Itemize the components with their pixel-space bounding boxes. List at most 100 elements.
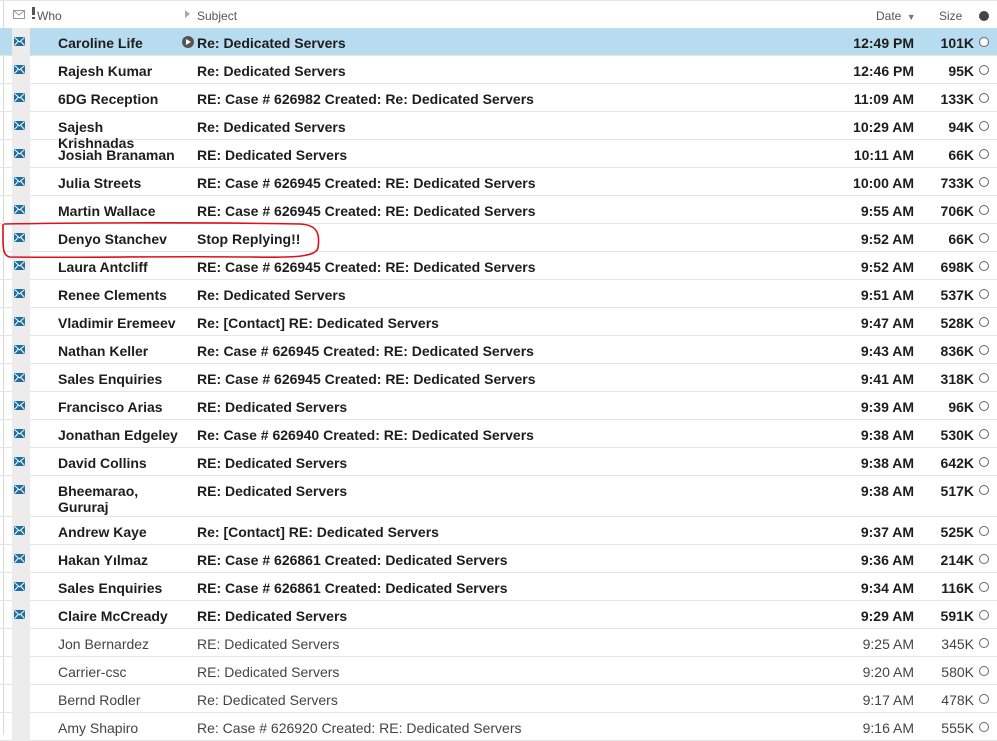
message-row[interactable]: Jon Bernardez RE: Dedicated Servers 9:25 A…: [0, 629, 997, 657]
message-row[interactable]: 6DG Reception RE: Case # 626982 Created: …: [0, 84, 997, 112]
message-row[interactable]: Julia Streets RE: Case # 626945 Created: …: [0, 168, 997, 196]
message-subject: RE: Dedicated Servers: [197, 455, 348, 471]
unread-envelope-icon: [14, 610, 25, 619]
message-row[interactable]: David Collins RE: Dedicated Servers 9:38 A…: [0, 448, 997, 476]
message-row[interactable]: Rajesh Kumar Re: Dedicated Servers 12:46 P…: [0, 56, 997, 84]
message-sender: Francisco Arias: [58, 399, 163, 415]
sort-descending-icon: ▼: [906, 12, 916, 22]
unread-envelope-icon: [14, 121, 25, 130]
message-size: 95K: [948, 63, 974, 79]
message-sender: Caroline Life: [58, 35, 143, 51]
read-toggle-icon[interactable]: [979, 666, 989, 676]
unread-envelope-icon: [14, 582, 25, 591]
message-date: 9:34 AM: [860, 580, 914, 596]
read-toggle-icon[interactable]: [979, 37, 989, 47]
message-date: 11:09 AM: [853, 91, 914, 107]
message-row[interactable]: Martin Wallace RE: Case # 626945 Created:…: [0, 196, 997, 224]
read-toggle-icon[interactable]: [979, 722, 989, 732]
message-row[interactable]: Claire McCready RE: Dedicated Servers 9:29…: [0, 601, 997, 629]
message-date: 12:46 PM: [853, 63, 914, 79]
message-subject: RE: Case # 626982 Created: Re: Dedicated…: [197, 91, 534, 107]
importance-column-icon[interactable]: [32, 7, 35, 19]
unread-envelope-icon: [14, 485, 25, 494]
message-row[interactable]: Amy Shapiro Re: Case # 626920 Created: RE…: [0, 713, 997, 741]
message-row[interactable]: Sales Enquiries RE: Case # 626861 Created…: [0, 573, 997, 601]
read-toggle-icon[interactable]: [979, 233, 989, 243]
read-toggle-icon[interactable]: [979, 457, 989, 467]
message-sender: Renee Clements: [58, 287, 167, 303]
message-row[interactable]: Vladimir Eremeev Re: [Contact] RE: Dedica…: [0, 308, 997, 336]
read-toggle-icon[interactable]: [979, 121, 989, 131]
message-sender: Julia Streets: [58, 175, 142, 191]
read-status-column-icon[interactable]: [979, 11, 989, 21]
read-toggle-icon[interactable]: [979, 345, 989, 355]
message-subject: Re: Dedicated Servers: [197, 35, 346, 51]
unread-envelope-icon: [14, 401, 25, 410]
column-subject[interactable]: Subject: [197, 9, 237, 23]
message-row[interactable]: Nathan Keller Re: Case # 626945 Created: …: [0, 336, 997, 364]
message-row[interactable]: Josiah Branaman RE: Dedicated Servers 10:1…: [0, 140, 997, 168]
read-toggle-icon[interactable]: [979, 317, 989, 327]
expand-arrow-icon[interactable]: [185, 10, 190, 18]
message-date: 9:29 AM: [860, 608, 914, 624]
message-size: 345K: [941, 636, 974, 652]
message-subject: RE: Dedicated Servers: [197, 147, 348, 163]
read-toggle-icon[interactable]: [979, 93, 989, 103]
message-row[interactable]: Bheemarao, Gururaj RE: Dedicated Servers 9…: [0, 476, 997, 517]
column-who[interactable]: Who: [37, 9, 62, 23]
message-subject: RE: Case # 626861 Created: Dedicated Ser…: [197, 552, 508, 568]
message-subject: Re: Dedicated Servers: [197, 119, 346, 135]
unread-envelope-icon: [14, 317, 25, 326]
message-row[interactable]: Denyo Stanchev Stop Replying!! 9:52 AM 66K: [0, 224, 997, 252]
message-row[interactable]: Jonathan Edgeley Re: Case # 626940 Create…: [0, 420, 997, 448]
read-toggle-icon[interactable]: [979, 205, 989, 215]
unread-envelope-icon: [14, 93, 25, 102]
message-date: 10:00 AM: [853, 175, 914, 191]
message-sender: Jonathan Edgeley: [58, 427, 178, 443]
message-row[interactable]: Renee Clements Re: Dedicated Servers 9:51 …: [0, 280, 997, 308]
unread-envelope-icon: [14, 261, 25, 270]
message-date: 9:16 AM: [862, 720, 914, 736]
read-toggle-icon[interactable]: [979, 261, 989, 271]
message-row[interactable]: Sajesh Krishnadas Re: Dedicated Servers 10…: [0, 112, 997, 151]
message-row[interactable]: Hakan Yılmaz RE: Case # 626861 Created: D…: [0, 545, 997, 573]
read-toggle-icon[interactable]: [979, 177, 989, 187]
read-toggle-icon[interactable]: [979, 638, 989, 648]
column-size[interactable]: Size: [939, 9, 962, 23]
envelope-column-icon[interactable]: [13, 10, 25, 19]
message-size: 94K: [948, 119, 974, 135]
message-sender: Bheemarao, Gururaj: [58, 483, 139, 515]
read-toggle-icon[interactable]: [979, 526, 989, 536]
read-toggle-icon[interactable]: [979, 373, 989, 383]
unread-envelope-icon: [14, 429, 25, 438]
message-size: 706K: [940, 203, 974, 219]
read-toggle-icon[interactable]: [979, 429, 989, 439]
column-date[interactable]: Date ▼: [876, 9, 916, 23]
message-row[interactable]: Caroline Life Re: Dedicated Servers 12:49 …: [0, 28, 997, 56]
message-row[interactable]: Francisco Arias RE: Dedicated Servers 9:39…: [0, 392, 997, 420]
read-toggle-icon[interactable]: [979, 694, 989, 704]
read-toggle-icon[interactable]: [979, 610, 989, 620]
message-date: 10:11 AM: [853, 147, 914, 163]
message-sender: Claire McCready: [58, 608, 168, 624]
message-date: 9:38 AM: [860, 455, 914, 471]
message-date: 9:36 AM: [860, 552, 914, 568]
unread-envelope-icon: [14, 457, 25, 466]
read-toggle-icon[interactable]: [979, 149, 989, 159]
message-date: 9:25 AM: [862, 636, 914, 652]
read-toggle-icon[interactable]: [979, 401, 989, 411]
read-toggle-icon[interactable]: [979, 554, 989, 564]
message-row[interactable]: Andrew Kaye Re: [Contact] RE: Dedicated S…: [0, 517, 997, 545]
read-toggle-icon[interactable]: [979, 485, 989, 495]
message-sender: Bernd Rodler: [58, 692, 141, 708]
read-toggle-icon[interactable]: [979, 65, 989, 75]
read-toggle-icon[interactable]: [979, 582, 989, 592]
row-gutter: [12, 657, 30, 685]
message-row[interactable]: Carrier-csc RE: Dedicated Servers 9:20 AM 5…: [0, 657, 997, 685]
message-subject: RE: Case # 626945 Created: RE: Dedicated…: [197, 203, 536, 219]
message-date: 12:49 PM: [853, 35, 914, 51]
message-row[interactable]: Bernd Rodler Re: Dedicated Servers 9:17 AM…: [0, 685, 997, 713]
read-toggle-icon[interactable]: [979, 289, 989, 299]
message-row[interactable]: Laura Antcliff RE: Case # 626945 Created:…: [0, 252, 997, 280]
message-row[interactable]: Sales Enquiries RE: Case # 626945 Created…: [0, 364, 997, 392]
